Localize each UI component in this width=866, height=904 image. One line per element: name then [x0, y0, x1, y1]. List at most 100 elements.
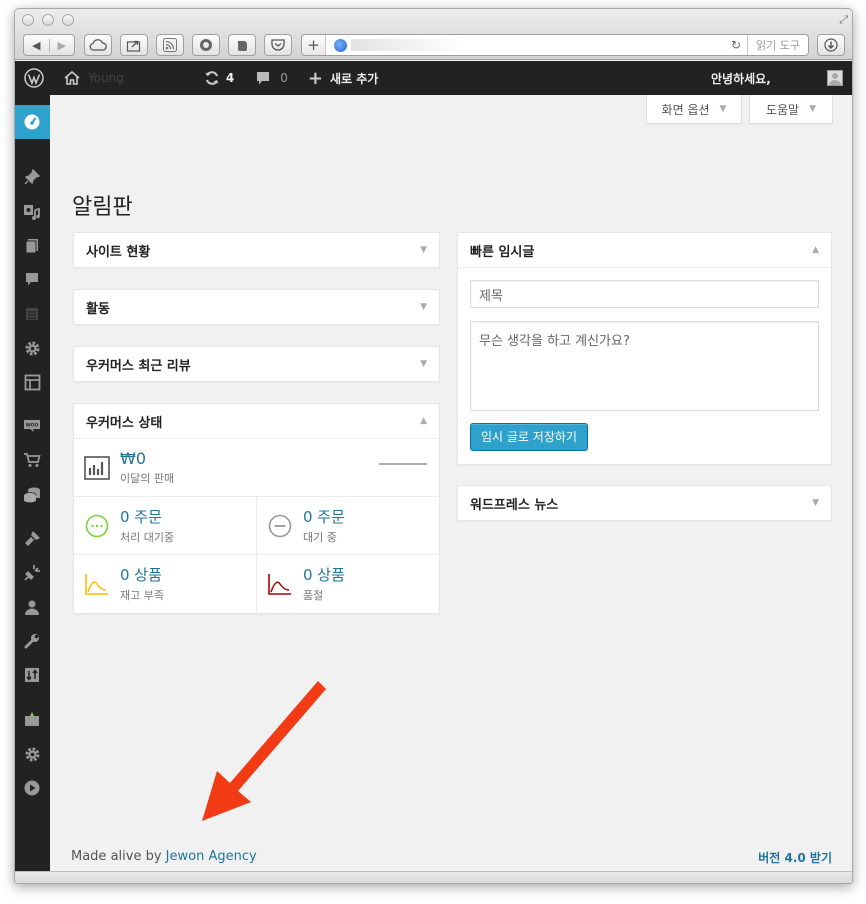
refresh-icon [205, 71, 219, 85]
widget-header[interactable]: 활동 ▼ [74, 290, 439, 324]
layout-icon[interactable] [23, 373, 41, 391]
pages-icon[interactable] [23, 237, 41, 255]
lowstock-value: 0 상품 [120, 566, 162, 584]
page-title: 알림판 [72, 195, 133, 220]
evernote-button[interactable] [228, 34, 256, 56]
widget-wp-news: 워드프레스 뉴스 ▼ [457, 485, 832, 521]
woocommerce-icon[interactable]: WOO [23, 417, 41, 435]
address-bar[interactable]: + ↻ 읽기 도구 [301, 34, 809, 56]
forms-icon[interactable] [23, 305, 41, 323]
dashboard-gauge-icon[interactable] [23, 113, 41, 131]
onhold-orders-cell[interactable]: 0 주문 대기 중 [256, 497, 439, 554]
onhold-label: 대기 중 [303, 531, 337, 544]
toggle-down-icon[interactable]: ▼ [812, 498, 819, 508]
pocket-icon [271, 39, 285, 51]
screen-options-button[interactable]: 화면 옵션 ▼ [646, 95, 742, 124]
pocket-button[interactable] [264, 34, 292, 56]
users-icon[interactable] [23, 598, 41, 616]
comments-link[interactable]: 0 [255, 71, 288, 86]
comments-count: 0 [280, 71, 288, 85]
home-icon [64, 71, 80, 85]
icloud-tabs-button[interactable] [84, 34, 112, 56]
minimize-window-button[interactable] [42, 14, 54, 26]
user-silhouette-icon [829, 73, 841, 85]
low-stock-cell[interactable]: 0 상품 재고 부족 [74, 555, 256, 612]
widget-title: 워드프레스 뉴스 [470, 497, 559, 513]
share-button[interactable] [120, 34, 148, 56]
processing-orders-cell[interactable]: 0 주문 처리 대기중 [74, 497, 256, 554]
rss-button[interactable] [156, 34, 184, 56]
version-link[interactable]: 버전 4.0 받기 [758, 849, 832, 866]
reader-button[interactable]: 읽기 도구 [747, 35, 808, 55]
minus-circle-icon [267, 513, 293, 539]
appearance-brush-icon[interactable] [23, 529, 41, 547]
back-arrow-icon[interactable]: ◀ [24, 39, 48, 52]
zoom-window-button[interactable] [62, 14, 74, 26]
reader-label: 읽기 도구 [756, 39, 800, 52]
onhold-value: 0 주문 [303, 508, 345, 526]
new-content-link[interactable]: + 새로 추가 [308, 68, 378, 89]
extension-button[interactable] [192, 34, 220, 56]
help-label: 도움말 [765, 102, 800, 117]
widget-title: 우커머스 상태 [86, 415, 163, 431]
extension-folder-icon[interactable] [23, 710, 41, 728]
widget-header[interactable]: 우커머스 상태 ▲ [74, 404, 439, 438]
my-account-link[interactable]: 안녕하세요, [711, 70, 771, 87]
widget-header[interactable]: 워드프레스 뉴스 ▼ [458, 486, 831, 520]
quick-draft-body: 제목 무슨 생각을 하고 계신가요? 임시 글로 저장하기 [458, 267, 831, 451]
processing-dots-icon [84, 513, 110, 539]
forward-arrow-icon[interactable]: ▶ [48, 38, 74, 52]
options-gear-icon[interactable] [23, 745, 41, 763]
chevron-down-icon: ▼ [809, 104, 817, 114]
widget-title: 활동 [86, 301, 110, 317]
site-name-link[interactable]: Young [64, 71, 124, 85]
toggle-down-icon[interactable]: ▼ [420, 302, 427, 312]
settings-gear-icon[interactable] [23, 339, 41, 357]
main-content: 화면 옵션 ▼ 도움말 ▼ 알림판 사이트 현황 ▼ 활동 ▼ 우커머스 최근 리뷰 ▼ … [50, 95, 852, 871]
plugins-icon[interactable] [23, 563, 41, 581]
url-text[interactable] [351, 39, 731, 51]
media-icon[interactable] [23, 203, 41, 221]
cart-icon[interactable] [23, 451, 41, 469]
low-stock-chart-icon [84, 571, 110, 597]
comments-icon[interactable] [23, 270, 41, 288]
play-circle-icon[interactable] [23, 779, 41, 797]
toggle-up-icon[interactable]: ▲ [420, 416, 427, 426]
agency-link[interactable]: Jewon Agency [166, 849, 257, 864]
widget-header[interactable]: 우커머스 최근 리뷰 ▼ [74, 347, 439, 381]
updates-link[interactable]: 4 [204, 70, 234, 86]
tools-wrench-icon[interactable] [23, 632, 41, 650]
wc-sales-row[interactable]: ₩0 이달의 판매 [74, 439, 439, 496]
reload-icon[interactable]: ↻ [731, 38, 741, 52]
footer-credit: Made alive by Jewon Agency [71, 849, 257, 864]
sales-value: ₩0 [120, 449, 146, 468]
download-icon [824, 38, 838, 52]
widget-header[interactable]: 사이트 현황 ▼ [74, 233, 439, 267]
toggle-down-icon[interactable]: ▼ [420, 359, 427, 369]
add-bookmark-icon[interactable]: + [302, 35, 326, 55]
widget-wc-reviews: 우커머스 최근 리뷰 ▼ [73, 346, 440, 382]
toggle-up-icon[interactable]: ▲ [812, 245, 819, 255]
window-bottom-bar [15, 871, 852, 883]
help-button[interactable]: 도움말 ▼ [749, 95, 833, 124]
avatar[interactable] [827, 70, 843, 86]
bar-chart-icon [84, 455, 110, 481]
close-window-button[interactable] [22, 14, 34, 26]
pin-icon[interactable] [23, 168, 41, 186]
out-of-stock-cell[interactable]: 0 상품 품절 [256, 555, 439, 612]
fullscreen-icon[interactable]: ⤢ [839, 13, 848, 27]
save-draft-button[interactable]: 임시 글로 저장하기 [470, 423, 588, 451]
wordpress-logo-icon[interactable] [24, 68, 44, 88]
import-export-icon[interactable] [23, 666, 41, 684]
draft-content-textarea[interactable]: 무슨 생각을 하고 계신가요? [470, 321, 819, 411]
sparkline [379, 463, 427, 465]
back-forward-buttons[interactable]: ◀ ▶ [23, 34, 75, 56]
draft-title-input[interactable]: 제목 [470, 280, 819, 308]
database-icon[interactable] [23, 485, 41, 503]
toggle-down-icon[interactable]: ▼ [420, 245, 427, 255]
draft-content-placeholder: 무슨 생각을 하고 계신가요? [479, 334, 630, 349]
downloads-button[interactable] [817, 34, 845, 56]
widget-header[interactable]: 빠른 임시글 ▲ [458, 233, 831, 267]
elephant-icon [237, 41, 247, 51]
plus-icon: + [307, 67, 323, 89]
